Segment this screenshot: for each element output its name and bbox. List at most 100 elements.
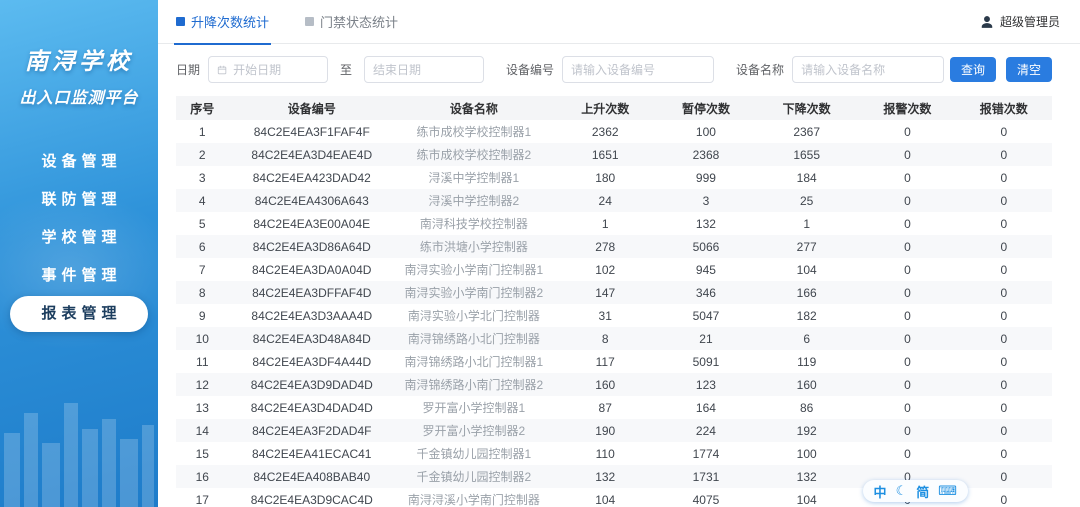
table-cell: 4 [176, 189, 229, 212]
table-cell: 6 [754, 327, 860, 350]
table-cell: 罗开富小学控制器1 [422, 401, 526, 415]
table-cell: 0 [1000, 492, 1008, 507]
table-cell: 南浔实验小学南门控制器1 [404, 263, 544, 277]
table-cell: 190 [552, 419, 658, 442]
table-cell: 5091 [692, 354, 720, 369]
table-row: 2 84C2E4EA3D4EAE4D 练市成校学校控制器2 1651 2368 1655 0… [176, 143, 1052, 166]
user-menu[interactable]: 超级管理员 [980, 13, 1060, 30]
table-body: 1 84C2E4EA3F1FAF4F 练市成校学校控制器1 2362 100 2367 0 0… [176, 120, 1052, 507]
table-cell: 132 [754, 465, 860, 488]
table-cell: 1 [198, 124, 206, 139]
table-row: 15 84C2E4EA41ECAC41 千金镇幼儿园控制器1 110 1774 100 0 0 [176, 442, 1052, 465]
search-button[interactable]: 查询 [949, 57, 996, 82]
table-row: 14 84C2E4EA3F2DAD4F 罗开富小学控制器2 190 224 192 0 0 [176, 419, 1052, 442]
moon-icon[interactable]: ☾ [896, 483, 908, 499]
filter-bar: 日期 至 设备编号 [176, 56, 1052, 83]
column-header: 设备编号 [228, 96, 395, 120]
table-cell: 84C2E4EA423DAD42 [252, 170, 371, 185]
table-cell: 0 [1000, 170, 1008, 185]
table-cell: 0 [904, 354, 911, 369]
app-title: 南浔学校 出入口监测平台 [0, 42, 158, 108]
ime-toolbar[interactable]: 中 ☾ 简 ⌨ [862, 480, 968, 502]
table-cell: 132 [695, 216, 716, 231]
table-cell: 0 [955, 465, 1052, 488]
clear-button[interactable]: 清空 [1005, 57, 1052, 82]
table-cell: 0 [859, 419, 956, 442]
date-start-field[interactable] [208, 56, 329, 83]
table-cell: 0 [1000, 354, 1008, 369]
date-start-input[interactable] [233, 62, 320, 77]
date-end-input[interactable] [373, 62, 476, 77]
column-header: 报错次数 [955, 96, 1052, 120]
table-cell: 10 [176, 327, 229, 350]
table-cell: 110 [595, 446, 615, 461]
table-cell: 119 [797, 354, 817, 369]
table-cell: 0 [955, 143, 1052, 166]
column-header: 报警次数 [859, 96, 956, 120]
table-cell: 0 [859, 189, 956, 212]
app-title-line2: 出入口监测平台 [19, 90, 139, 107]
table-cell: 147 [552, 281, 658, 304]
table-cell: 0 [904, 124, 911, 139]
ime-lang-indicator[interactable]: 中 [874, 482, 887, 501]
tab-square-icon [305, 17, 315, 26]
filter-buttons: 查询 清空 [949, 57, 1052, 82]
date-label: 日期 [176, 63, 201, 77]
table-cell: 1774 [692, 446, 720, 461]
city-skyline-decoration [4, 403, 154, 507]
table-cell: 练市成校学校控制器2 [394, 143, 553, 166]
table-cell: 0 [904, 446, 911, 461]
table-cell: 1655 [754, 143, 860, 166]
sidebar-item-4[interactable]: 报表管理 [10, 296, 148, 332]
table-cell: 25 [754, 189, 860, 212]
tab-1[interactable]: 门禁状态统计 [305, 0, 398, 44]
table-cell: 8 [552, 327, 658, 350]
table-cell: 5066 [657, 235, 755, 258]
sidebar-item-3[interactable]: 事件管理 [10, 258, 148, 294]
device-code-label: 设备编号 [506, 63, 555, 77]
table-cell: 3 [657, 189, 755, 212]
table-cell: 练市成校学校控制器1 [416, 125, 532, 139]
device-name-input[interactable] [801, 62, 936, 77]
tab-0[interactable]: 升降次数统计 [173, 0, 272, 45]
table-cell: 千金镇幼儿园控制器2 [394, 465, 553, 488]
table-cell: 224 [657, 419, 755, 442]
table-cell: 浔溪中学控制器1 [428, 171, 520, 185]
device-code-input[interactable] [571, 62, 706, 77]
device-name-field[interactable] [792, 56, 945, 83]
table-row: 4 84C2E4EA4306A643 浔溪中学控制器2 24 3 25 0 0 [176, 189, 1052, 212]
table-cell: 15 [195, 446, 209, 461]
table-cell: 84C2E4EA3D48A84D [228, 327, 395, 350]
user-icon [981, 15, 993, 28]
sidebar-item-0[interactable]: 设备管理 [10, 144, 148, 180]
table-cell: 84C2E4EA3D9DAD4D [228, 373, 395, 396]
table-cell: 182 [796, 308, 817, 323]
table-row: 11 84C2E4EA3DF4A44D 南浔锦绣路小北门控制器1 117 5091 119… [176, 350, 1052, 373]
table-cell: 0 [955, 327, 1052, 350]
table-cell: 5047 [692, 308, 720, 323]
topbar: 升降次数统计 门禁状态统计 超级管理员 [158, 0, 1080, 45]
table-cell: 0 [904, 216, 911, 231]
table-row: 1 84C2E4EA3F1FAF4F 练市成校学校控制器1 2362 100 2367 0 0 [176, 120, 1052, 143]
keyboard-icon[interactable]: ⌨ [938, 483, 957, 499]
table-cell: 132 [552, 465, 658, 488]
table-cell: 罗开富小学控制器2 [394, 419, 553, 442]
table-cell: 浔溪中学控制器2 [394, 189, 553, 212]
date-end-field[interactable] [364, 56, 485, 83]
table-cell: 6 [176, 235, 229, 258]
table-cell: 1651 [552, 143, 658, 166]
sidebar-item-2[interactable]: 学校管理 [10, 220, 148, 256]
device-code-field[interactable] [562, 56, 715, 83]
table-cell: 千金镇幼儿园控制器1 [416, 447, 532, 461]
sidebar-item-1[interactable]: 联防管理 [10, 182, 148, 218]
table-cell: 84C2E4EA3D3AAA4D [251, 308, 373, 323]
table-cell: 102 [595, 262, 616, 277]
table-cell: 84C2E4EA3F1FAF4F [253, 124, 370, 139]
table-cell: 9 [198, 308, 206, 323]
table-cell: 4075 [692, 492, 720, 507]
ime-simplified-indicator[interactable]: 简 [916, 482, 929, 501]
table-cell: 0 [859, 281, 956, 304]
table-cell: 84C2E4EA4306A643 [228, 189, 395, 212]
table-cell: 0 [859, 373, 956, 396]
table-cell: 5 [198, 216, 206, 231]
